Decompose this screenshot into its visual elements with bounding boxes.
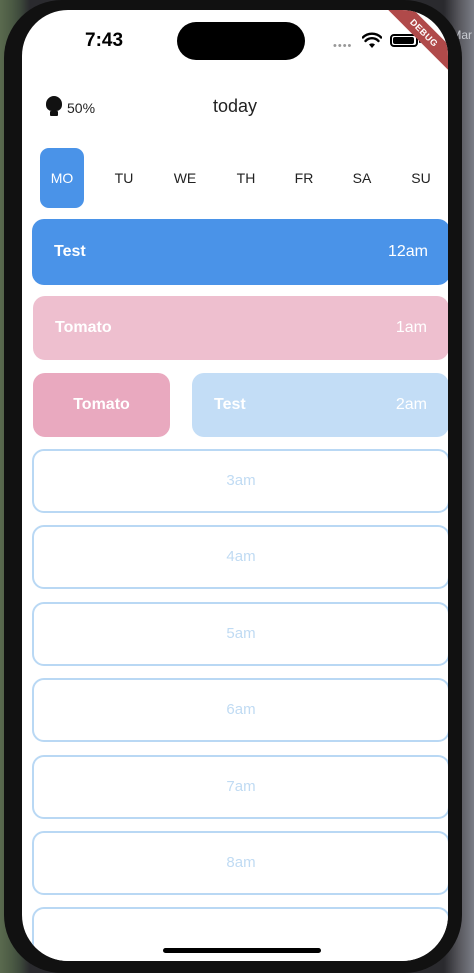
app-header: 50% today (22, 96, 448, 126)
app-screen: 7:43 •••• DEBUG 50% today MO TU WE TH FR… (22, 10, 448, 961)
wifi-icon (362, 32, 382, 48)
slot-time: 3am (226, 472, 256, 489)
slot-3am[interactable]: 3am (32, 449, 448, 513)
event-name: Tomato (73, 396, 130, 413)
dynamic-island (177, 22, 305, 60)
home-indicator[interactable] (163, 948, 321, 953)
day-sa[interactable]: SA (340, 148, 384, 208)
slot-12am[interactable]: Test 12am (32, 219, 448, 285)
slot-time: 5am (226, 625, 256, 642)
slot-4am[interactable]: 4am (32, 525, 448, 589)
slot-time: 8am (226, 854, 256, 871)
slot-time: 1am (395, 319, 427, 336)
cellular-signal-icon: •••• (333, 40, 353, 52)
slot-6am[interactable]: 6am (32, 678, 448, 742)
slot-time: 4am (226, 548, 256, 565)
weekday-selector: MO TU WE TH FR SA SU (22, 148, 448, 208)
event-name: Test (54, 243, 86, 260)
day-th[interactable]: TH (224, 148, 268, 208)
day-mo[interactable]: MO (40, 148, 84, 208)
slot-2am-event-left[interactable]: Tomato (33, 373, 170, 437)
page-title: today (212, 96, 258, 116)
slot-1am[interactable]: Tomato 1am (33, 296, 448, 360)
event-name: Tomato (55, 319, 112, 336)
slot-5am[interactable]: 5am (32, 602, 448, 666)
slot-2am-event-right[interactable]: Test 2am (192, 373, 448, 437)
day-tu[interactable]: TU (102, 148, 146, 208)
slot-7am[interactable]: 7am (32, 755, 448, 819)
slot-time: 6am (226, 701, 256, 718)
event-name: Test (214, 396, 246, 413)
slot-time: 12am (387, 243, 428, 260)
status-time: 7:43 (85, 30, 124, 51)
day-su[interactable]: SU (399, 148, 443, 208)
slot-time: 7am (226, 778, 256, 795)
slot-8am[interactable]: 8am (32, 831, 448, 895)
phone-frame: 7:43 •••• DEBUG 50% today MO TU WE TH FR… (4, 0, 462, 973)
day-fr[interactable]: FR (282, 148, 326, 208)
day-we[interactable]: WE (163, 148, 207, 208)
slot-time: 2am (395, 396, 427, 413)
